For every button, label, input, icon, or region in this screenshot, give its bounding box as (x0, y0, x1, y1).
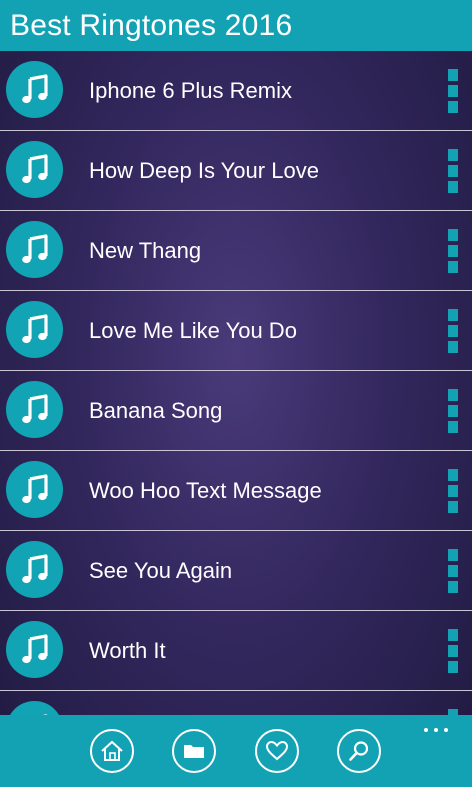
ellipsis-dot (444, 728, 448, 732)
more-dot (448, 549, 458, 561)
music-note-icon (6, 221, 63, 278)
ringtone-title: New Thang (89, 238, 202, 263)
more-dot (448, 245, 458, 257)
more-vertical-icon[interactable] (448, 549, 458, 593)
music-note-icon (6, 621, 63, 678)
more-dot (448, 661, 458, 673)
app-window: Best Ringtones 2016 Iphone 6 Plus Remix H… (0, 0, 472, 787)
more-dot (448, 581, 458, 593)
ringtone-title: Love Me Like You Do (89, 318, 297, 343)
more-dot (448, 565, 458, 577)
more-dot (448, 165, 458, 177)
list-item[interactable]: Woo Hoo Text Message (0, 451, 472, 531)
list-item[interactable]: Iphone 6 Plus Remix (0, 51, 472, 131)
ellipsis-dot (434, 728, 438, 732)
more-vertical-icon[interactable] (448, 149, 458, 193)
heart-icon (265, 740, 289, 761)
ringtone-title: Banana Song (89, 398, 223, 423)
more-dot (448, 261, 458, 273)
folder-button[interactable] (172, 729, 216, 773)
bottom-app-bar (0, 715, 472, 787)
more-vertical-icon[interactable] (448, 229, 458, 273)
search-button[interactable] (337, 729, 381, 773)
music-note-icon (6, 701, 63, 715)
ringtone-title: Iphone 6 Plus Remix (89, 78, 292, 103)
list-item[interactable]: Love Me Like You Do (0, 291, 472, 371)
search-icon (349, 741, 369, 761)
more-dot (448, 629, 458, 641)
more-dot (448, 485, 458, 497)
more-dot (448, 341, 458, 353)
more-vertical-icon[interactable] (448, 69, 458, 113)
ringtone-title: See You Again (89, 558, 233, 583)
music-note-icon (6, 541, 63, 598)
home-button[interactable] (90, 729, 134, 773)
more-dot (448, 181, 458, 193)
more-vertical-icon[interactable] (448, 629, 458, 673)
more-dot (448, 69, 458, 81)
list-item[interactable] (0, 691, 472, 715)
more-dot (448, 325, 458, 337)
list-item[interactable]: Worth It (0, 611, 472, 691)
folder-icon (184, 745, 204, 758)
list-item[interactable]: New Thang (0, 211, 472, 291)
more-dot (448, 421, 458, 433)
list-item[interactable]: How Deep Is Your Love (0, 131, 472, 211)
ringtone-title: How Deep Is Your Love (89, 158, 319, 183)
more-options-button[interactable] (424, 725, 448, 735)
page-title: Best Ringtones 2016 (10, 8, 293, 42)
music-note-icon (6, 141, 63, 198)
more-dot (448, 389, 458, 401)
more-dot (448, 645, 458, 657)
ringtone-list[interactable]: Iphone 6 Plus Remix How Deep Is Your Love… (0, 51, 472, 715)
music-note-icon (6, 381, 63, 438)
list-item[interactable]: See You Again (0, 531, 472, 611)
more-dot (448, 101, 458, 113)
more-vertical-icon[interactable] (448, 469, 458, 513)
list-item[interactable]: Banana Song (0, 371, 472, 451)
more-dot (448, 309, 458, 321)
more-vertical-icon[interactable] (448, 389, 458, 433)
more-dot (448, 149, 458, 161)
more-dot (448, 501, 458, 513)
ringtone-title: Worth It (89, 638, 166, 663)
more-dot (448, 229, 458, 241)
more-dot (448, 85, 458, 97)
header: Best Ringtones 2016 (0, 0, 472, 51)
ringtone-title: Woo Hoo Text Message (89, 478, 322, 503)
home-icon (101, 740, 123, 761)
music-note-icon (6, 301, 63, 358)
music-note-icon (6, 461, 63, 518)
more-dot (448, 469, 458, 481)
ellipsis-icon (424, 728, 428, 732)
more-vertical-icon[interactable] (448, 309, 458, 353)
music-note-icon (6, 61, 63, 118)
favorites-button[interactable] (255, 729, 299, 773)
more-dot (448, 405, 458, 417)
